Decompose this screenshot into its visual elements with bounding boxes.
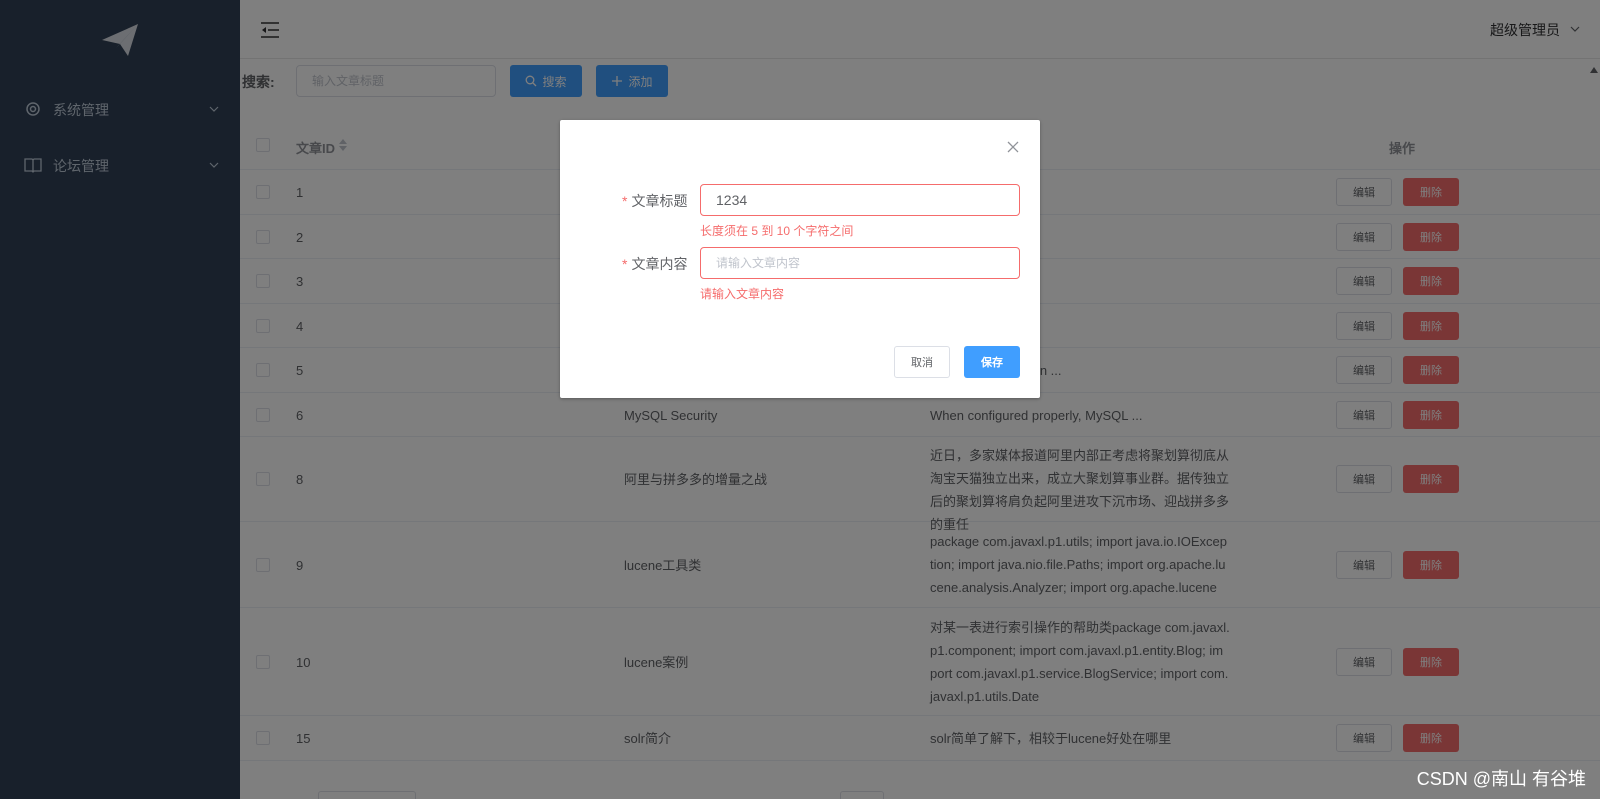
save-button[interactable]: 保存 — [964, 346, 1020, 378]
title-error-message: 长度须在 5 到 10 个字符之间 — [700, 224, 854, 238]
content-field-label: * 文章内容 — [622, 254, 687, 274]
content-error-message: 请输入文章内容 — [700, 287, 785, 301]
required-mark: * — [622, 256, 628, 272]
content-label-text: 文章内容 — [631, 256, 688, 272]
title-input[interactable]: 1234 — [700, 184, 1020, 216]
watermark: CSDN @南山 有谷堆 — [1416, 769, 1586, 789]
edit-article-dialog: * 文章标题 1234 长度须在 5 到 10 个字符之间 * 文章内容 请输入文章… — [560, 120, 1040, 398]
close-icon[interactable] — [1006, 140, 1020, 154]
cancel-button[interactable]: 取消 — [894, 346, 950, 378]
content-input[interactable]: 请输入文章内容 — [700, 247, 1020, 279]
title-label-text: 文章标题 — [631, 193, 688, 209]
required-mark: * — [622, 193, 628, 209]
title-field-label: * 文章标题 — [622, 191, 687, 211]
